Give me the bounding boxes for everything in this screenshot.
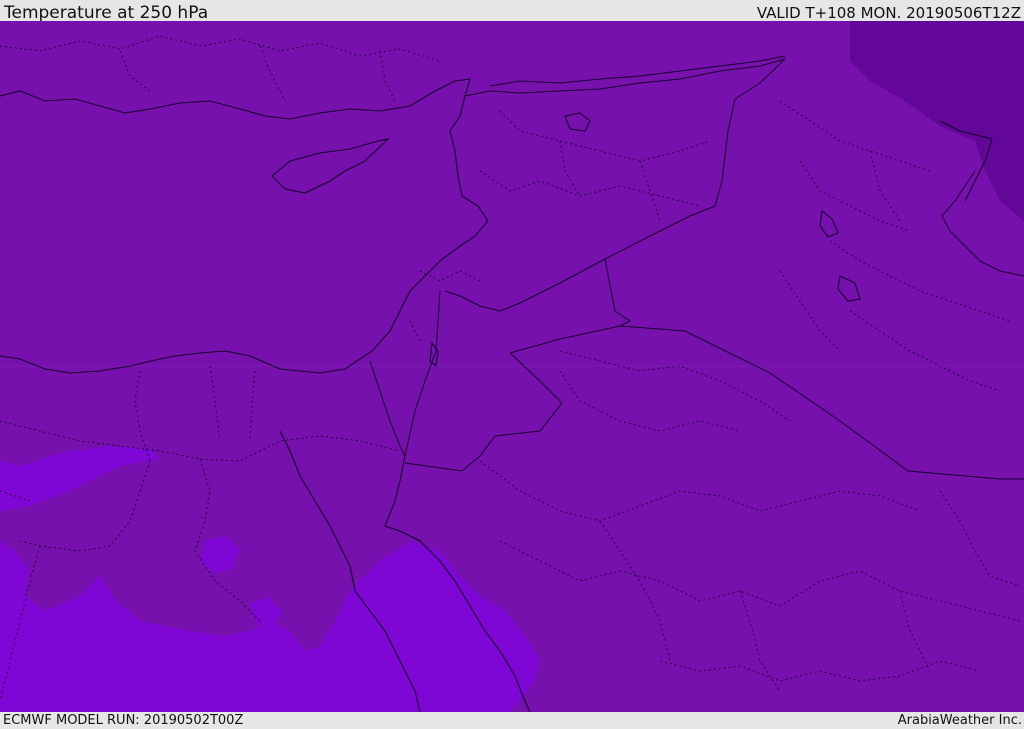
temperature-map[interactable] (0, 21, 1024, 712)
valid-time-label: VALID T+108 MON. 20190506T12Z (756, 4, 1021, 22)
temperature-field-base (0, 21, 1024, 712)
header-bar: Temperature at 250 hPa VALID T+108 MON. … (0, 0, 1024, 23)
model-run-label: ECMWF MODEL RUN: 20190502T00Z (3, 713, 244, 728)
weather-map-frame: Temperature at 250 hPa VALID T+108 MON. … (0, 0, 1024, 729)
footer-bar: ECMWF MODEL RUN: 20190502T00Z ArabiaWeat… (0, 712, 1024, 729)
map-canvas (0, 21, 1024, 712)
map-title: Temperature at 250 hPa (4, 3, 209, 23)
credit-label: ArabiaWeather Inc. (897, 713, 1022, 728)
